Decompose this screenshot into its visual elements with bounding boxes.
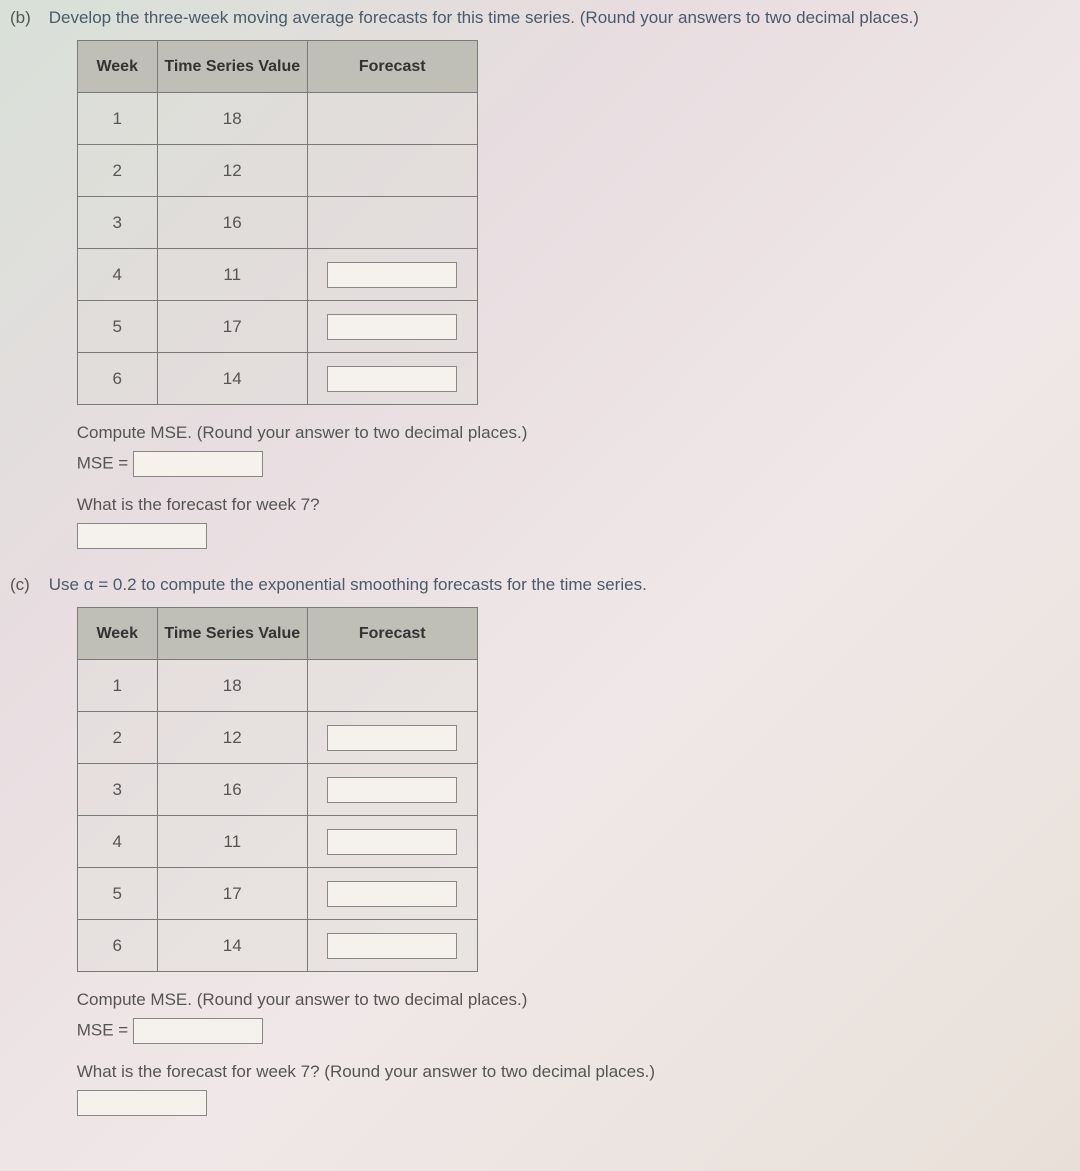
cell-tsv: 16	[157, 197, 307, 249]
table-row: 316	[77, 197, 477, 249]
cell-forecast	[307, 301, 477, 353]
forecast-input[interactable]	[327, 262, 457, 288]
cell-forecast	[307, 93, 477, 145]
forecast-input[interactable]	[327, 881, 457, 907]
forecast-input[interactable]	[327, 777, 457, 803]
table-row: 517	[77, 301, 477, 353]
cell-forecast	[307, 712, 477, 764]
header-week: Week	[77, 41, 157, 93]
week7-input-b[interactable]	[77, 523, 207, 549]
part-c-prompt: Use α = 0.2 to compute the exponential s…	[49, 575, 1065, 595]
mse-label: MSE =	[77, 454, 129, 473]
part-c-tbody: 118212316411517614	[77, 660, 477, 972]
cell-tsv: 14	[157, 353, 307, 405]
table-row: 614	[77, 353, 477, 405]
compute-mse-text: Compute MSE. (Round your answer to two d…	[77, 423, 1065, 443]
part-c-table: Week Time Series Value Forecast 11821231…	[77, 607, 478, 972]
forecast-input[interactable]	[327, 366, 457, 392]
cell-week: 1	[77, 660, 157, 712]
part-c-label: (c)	[10, 575, 44, 595]
cell-tsv: 17	[157, 868, 307, 920]
part-b: (b) Develop the three-week moving averag…	[0, 0, 1080, 567]
cell-tsv: 12	[157, 145, 307, 197]
cell-week: 1	[77, 93, 157, 145]
table-row: 614	[77, 920, 477, 972]
cell-week: 4	[77, 249, 157, 301]
table-row: 212	[77, 145, 477, 197]
cell-forecast	[307, 816, 477, 868]
cell-tsv: 11	[157, 816, 307, 868]
part-c-week7-block: What is the forecast for week 7? (Round …	[77, 1062, 1065, 1116]
cell-week: 2	[77, 712, 157, 764]
forecast-input[interactable]	[327, 933, 457, 959]
cell-forecast	[307, 353, 477, 405]
header-tsv: Time Series Value	[157, 41, 307, 93]
part-b-mse-block: Compute MSE. (Round your answer to two d…	[77, 423, 1065, 477]
cell-forecast	[307, 249, 477, 301]
part-b-prompt: Develop the three-week moving average fo…	[49, 8, 1065, 28]
header-tsv-c: Time Series Value	[157, 608, 307, 660]
header-week-c: Week	[77, 608, 157, 660]
compute-mse-text-c: Compute MSE. (Round your answer to two d…	[77, 990, 1065, 1010]
cell-week: 3	[77, 764, 157, 816]
header-forecast: Forecast	[307, 41, 477, 93]
cell-week: 2	[77, 145, 157, 197]
table-row: 212	[77, 712, 477, 764]
cell-week: 5	[77, 868, 157, 920]
part-b-week7-block: What is the forecast for week 7?	[77, 495, 1065, 549]
cell-tsv: 14	[157, 920, 307, 972]
forecast-input[interactable]	[327, 314, 457, 340]
cell-forecast	[307, 920, 477, 972]
cell-tsv: 12	[157, 712, 307, 764]
cell-forecast	[307, 764, 477, 816]
week7-prompt-c: What is the forecast for week 7? (Round …	[77, 1062, 1065, 1082]
mse-label-c: MSE =	[77, 1021, 129, 1040]
part-c-mse-block: Compute MSE. (Round your answer to two d…	[77, 990, 1065, 1044]
week7-input-c[interactable]	[77, 1090, 207, 1116]
week7-prompt-b: What is the forecast for week 7?	[77, 495, 1065, 515]
cell-forecast	[307, 660, 477, 712]
part-b-label: (b)	[10, 8, 44, 28]
cell-tsv: 11	[157, 249, 307, 301]
cell-week: 5	[77, 301, 157, 353]
table-row: 411	[77, 816, 477, 868]
header-forecast-c: Forecast	[307, 608, 477, 660]
part-b-table: Week Time Series Value Forecast 11821231…	[77, 40, 478, 405]
part-b-tbody: 118212316411517614	[77, 93, 477, 405]
cell-week: 6	[77, 920, 157, 972]
mse-input-c[interactable]	[133, 1018, 263, 1044]
table-row: 316	[77, 764, 477, 816]
mse-input-b[interactable]	[133, 451, 263, 477]
cell-forecast	[307, 868, 477, 920]
cell-week: 4	[77, 816, 157, 868]
cell-forecast	[307, 197, 477, 249]
cell-tsv: 16	[157, 764, 307, 816]
part-c: (c) Use α = 0.2 to compute the exponenti…	[0, 567, 1080, 1134]
table-row: 411	[77, 249, 477, 301]
cell-tsv: 18	[157, 93, 307, 145]
forecast-input[interactable]	[327, 829, 457, 855]
cell-week: 3	[77, 197, 157, 249]
cell-forecast	[307, 145, 477, 197]
cell-tsv: 18	[157, 660, 307, 712]
table-row: 118	[77, 93, 477, 145]
table-row: 517	[77, 868, 477, 920]
cell-tsv: 17	[157, 301, 307, 353]
table-row: 118	[77, 660, 477, 712]
forecast-input[interactable]	[327, 725, 457, 751]
cell-week: 6	[77, 353, 157, 405]
